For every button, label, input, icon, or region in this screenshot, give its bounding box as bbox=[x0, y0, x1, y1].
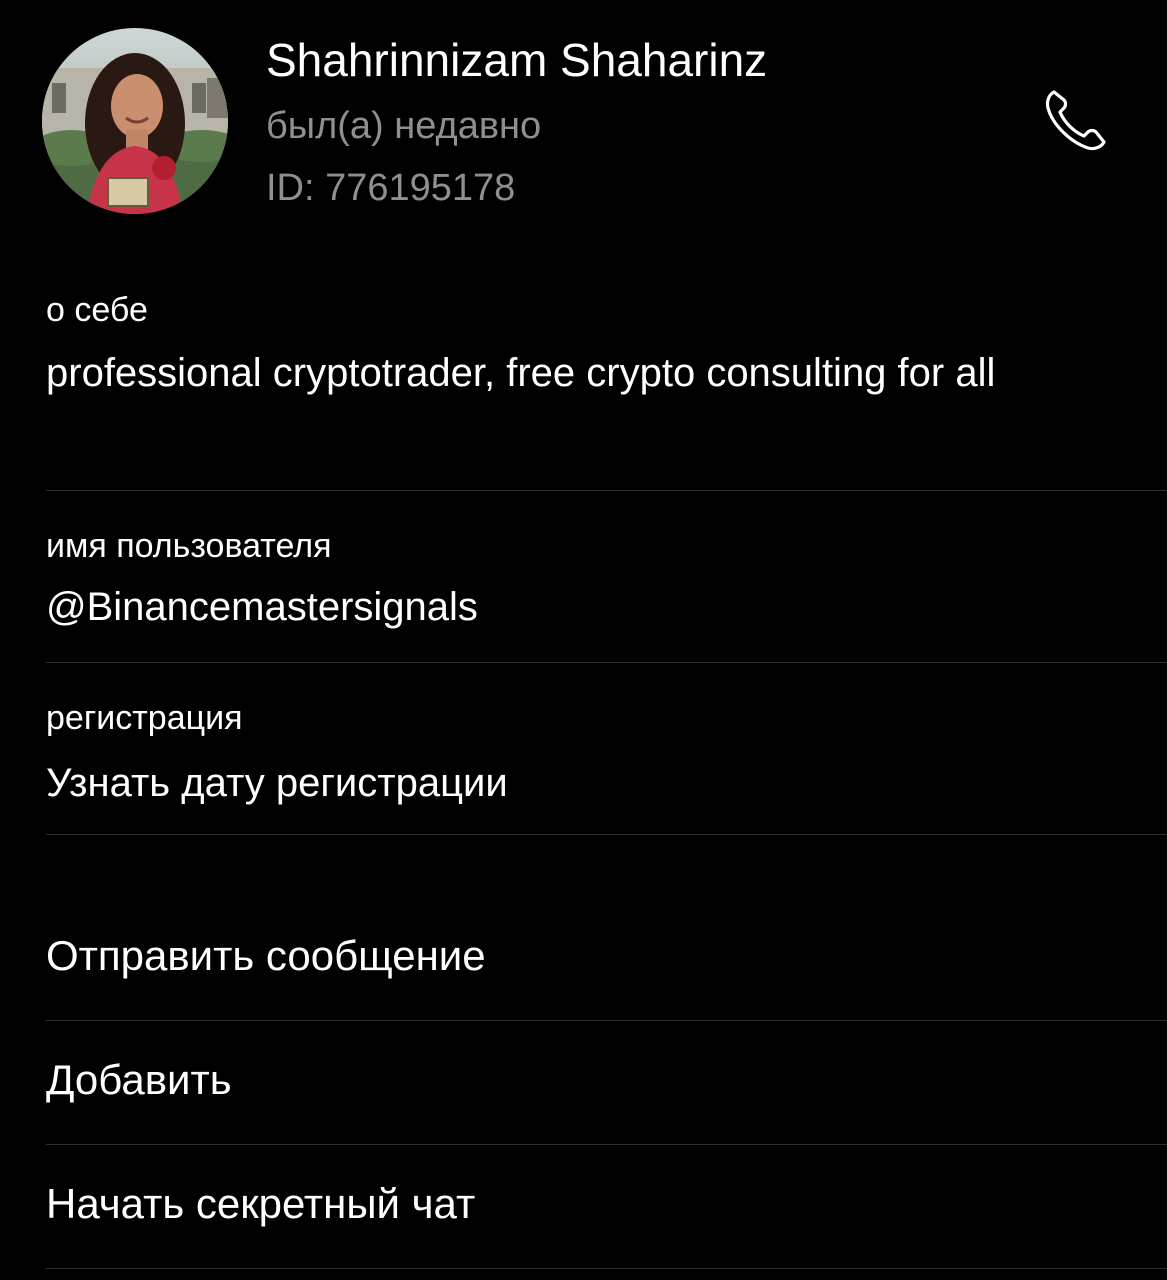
registration-date-link[interactable]: Узнать дату регистрации bbox=[46, 754, 1167, 812]
avatar[interactable] bbox=[42, 28, 228, 214]
username-label: имя пользователя bbox=[46, 527, 332, 565]
username-link[interactable]: @Binancemastersignals bbox=[46, 578, 1167, 636]
add-contact-button[interactable]: Добавить bbox=[46, 1054, 232, 1106]
divider bbox=[46, 490, 1167, 491]
call-button[interactable] bbox=[1040, 84, 1112, 156]
divider bbox=[46, 1020, 1167, 1021]
phone-icon bbox=[1045, 90, 1106, 151]
divider bbox=[46, 1144, 1167, 1145]
profile-header: Shahrinnizam Shaharinz был(а) недавно ID… bbox=[0, 0, 1167, 240]
registration-section: регистрация Узнать дату регистрации bbox=[46, 698, 1167, 812]
start-secret-chat-button[interactable]: Начать секретный чат bbox=[46, 1178, 475, 1230]
user-id: ID: 776195178 bbox=[266, 167, 516, 209]
about-section: о себе professional cryptotrader, free c… bbox=[46, 290, 1167, 402]
contact-name: Shahrinnizam Shaharinz bbox=[266, 34, 768, 86]
last-seen-status: был(а) недавно bbox=[266, 105, 542, 147]
avatar-photo bbox=[42, 28, 228, 214]
username-section: имя пользователя @Binancemastersignals bbox=[46, 526, 1167, 636]
registration-label: регистрация bbox=[46, 699, 243, 737]
divider bbox=[46, 834, 1167, 835]
send-message-button[interactable]: Отправить сообщение bbox=[46, 930, 486, 982]
about-label: о себе bbox=[46, 291, 148, 329]
divider bbox=[46, 1268, 1167, 1269]
about-text: professional cryptotrader, free crypto c… bbox=[46, 351, 996, 395]
divider bbox=[46, 662, 1167, 663]
